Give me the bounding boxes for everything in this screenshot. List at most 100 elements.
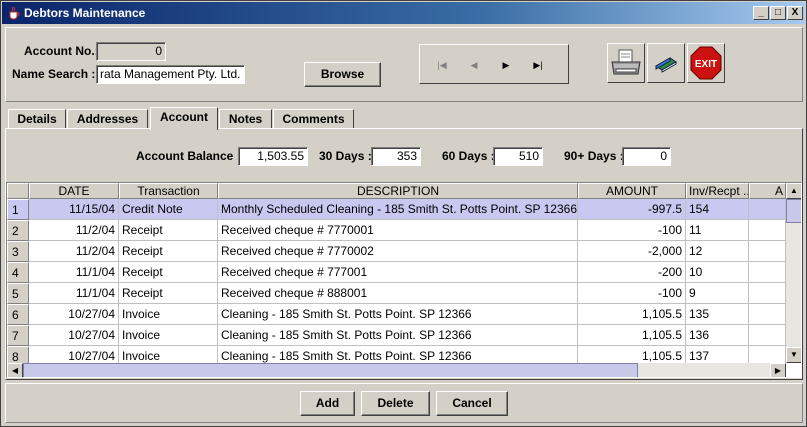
cancel-button[interactable]: Cancel: [436, 391, 508, 416]
vertical-scrollbar[interactable]: ▲ ▼: [786, 183, 801, 363]
table-row[interactable]: 4 11/1/04 Receipt Received cheque # 777001-…: [7, 262, 786, 283]
inv-recpt-cell[interactable]: 154: [686, 199, 749, 220]
exit-button[interactable]: EXIT: [687, 43, 725, 83]
last-record-button[interactable]: ▶|: [530, 57, 546, 73]
delete-button[interactable]: Delete: [361, 391, 430, 416]
java-coffee-icon: [7, 6, 21, 20]
date-cell[interactable]: 11/1/04: [29, 283, 119, 304]
a-cell[interactable]: [749, 262, 786, 283]
30-days-label: 30 Days :: [319, 149, 372, 163]
tab-account[interactable]: Account: [150, 107, 218, 130]
record-navigator: |◀ ◀ ▶ ▶|: [419, 44, 569, 84]
60-days-field[interactable]: 510: [493, 147, 543, 166]
a-cell[interactable]: [749, 220, 786, 241]
a-cell[interactable]: [749, 283, 786, 304]
scroll-left-button[interactable]: ◀: [7, 363, 23, 377]
amount-cell[interactable]: -200: [578, 262, 686, 283]
a-cell[interactable]: [749, 241, 786, 262]
inv-recpt-cell[interactable]: 136: [686, 325, 749, 346]
inv-recpt-cell[interactable]: 9: [686, 283, 749, 304]
next-record-button[interactable]: ▶: [498, 57, 514, 73]
scroll-right-button[interactable]: ▶: [770, 363, 786, 377]
description-cell[interactable]: Received cheque # 7770002: [218, 241, 578, 262]
column-header-a[interactable]: A: [749, 183, 786, 199]
browse-button[interactable]: Browse: [304, 62, 381, 87]
horizontal-scroll-thumb[interactable]: [23, 363, 638, 377]
column-header-date[interactable]: DATE: [29, 183, 119, 199]
scroll-up-button[interactable]: ▲: [786, 183, 801, 199]
table-row[interactable]: 6 10/27/04 Invoice Cleaning - 185 Smith St.…: [7, 304, 786, 325]
a-cell[interactable]: [749, 304, 786, 325]
row-number-cell: 4: [7, 262, 29, 283]
row-number-cell: 2: [7, 220, 29, 241]
amount-cell[interactable]: 1,105.5: [578, 304, 686, 325]
name-search-input[interactable]: rata Management Pty. Ltd.: [96, 65, 245, 84]
account-no-field[interactable]: 0: [96, 42, 166, 61]
column-header-transaction[interactable]: Transaction: [119, 183, 218, 199]
amount-cell[interactable]: -100: [578, 283, 686, 304]
column-header-inv-recpt[interactable]: Inv/Recpt ...: [686, 183, 749, 199]
date-cell[interactable]: 11/1/04: [29, 262, 119, 283]
vertical-scroll-thumb[interactable]: [786, 199, 801, 223]
amount-cell[interactable]: -997.5: [578, 199, 686, 220]
window-title: Debtors Maintenance: [24, 6, 146, 20]
90-days-field[interactable]: 0: [622, 147, 671, 166]
30-days-field[interactable]: 353: [371, 147, 421, 166]
inv-recpt-cell[interactable]: 11: [686, 220, 749, 241]
column-header-amount[interactable]: AMOUNT: [578, 183, 686, 199]
exit-label: EXIT: [695, 59, 717, 70]
column-header-description[interactable]: DESCRIPTION: [218, 183, 578, 199]
date-cell[interactable]: 10/27/04: [29, 304, 119, 325]
tab-addresses[interactable]: Addresses: [67, 109, 148, 129]
tab-notes[interactable]: Notes: [219, 109, 272, 129]
inv-recpt-cell[interactable]: 135: [686, 304, 749, 325]
minimize-button[interactable]: _: [753, 6, 769, 20]
date-cell[interactable]: 11/2/04: [29, 220, 119, 241]
transaction-cell[interactable]: Receipt: [119, 262, 218, 283]
description-cell[interactable]: Monthly Scheduled Cleaning - 185 Smith S…: [218, 199, 578, 220]
transaction-cell[interactable]: Invoice: [119, 325, 218, 346]
transaction-cell[interactable]: Invoice: [119, 304, 218, 325]
date-cell[interactable]: 10/27/04: [29, 325, 119, 346]
description-cell[interactable]: Cleaning - 185 Smith St. Potts Point. SP…: [218, 304, 578, 325]
table-row[interactable]: 5 11/1/04 Receipt Received cheque # 888001-…: [7, 283, 786, 304]
table-row[interactable]: 7 10/27/04 Invoice Cleaning - 185 Smith St.…: [7, 325, 786, 346]
transaction-cell[interactable]: Receipt: [119, 283, 218, 304]
description-cell[interactable]: Cleaning - 185 Smith St. Potts Point. SP…: [218, 325, 578, 346]
title-bar[interactable]: Debtors Maintenance _ □ X: [2, 2, 805, 24]
horizontal-scrollbar[interactable]: ◀ ▶: [7, 363, 786, 377]
maximize-button[interactable]: □: [770, 6, 786, 20]
close-button[interactable]: X: [787, 6, 803, 20]
amount-cell[interactable]: -2,000: [578, 241, 686, 262]
inv-recpt-cell[interactable]: 12: [686, 241, 749, 262]
table-row[interactable]: 1 11/15/04 Credit Note Monthly Scheduled Cl…: [7, 199, 786, 220]
description-cell[interactable]: Received cheque # 777001: [218, 262, 578, 283]
inv-recpt-cell[interactable]: 10: [686, 262, 749, 283]
row-number-cell: 3: [7, 241, 29, 262]
tab-comments[interactable]: Comments: [273, 109, 354, 129]
table-row[interactable]: 3 11/2/04 Receipt Received cheque # 7770002…: [7, 241, 786, 262]
table-row[interactable]: 2 11/2/04 Receipt Received cheque # 7770001…: [7, 220, 786, 241]
amount-cell[interactable]: -100: [578, 220, 686, 241]
first-record-button[interactable]: |◀: [434, 57, 450, 73]
transaction-cell[interactable]: Receipt: [119, 220, 218, 241]
tab-details[interactable]: Details: [8, 109, 66, 129]
notes-book-button[interactable]: [647, 43, 685, 83]
previous-record-button[interactable]: ◀: [466, 57, 482, 73]
print-button[interactable]: [607, 43, 645, 83]
printer-icon: [608, 49, 644, 85]
name-search-label: Name Search :: [12, 67, 96, 81]
scroll-down-button[interactable]: ▼: [786, 347, 801, 363]
a-cell[interactable]: [749, 325, 786, 346]
60-days-label: 60 Days :: [442, 149, 495, 163]
account-balance-field[interactable]: 1,503.55: [238, 147, 308, 166]
transaction-cell[interactable]: Receipt: [119, 241, 218, 262]
amount-cell[interactable]: 1,105.5: [578, 325, 686, 346]
description-cell[interactable]: Received cheque # 888001: [218, 283, 578, 304]
description-cell[interactable]: Received cheque # 7770001: [218, 220, 578, 241]
date-cell[interactable]: 11/15/04: [29, 199, 119, 220]
transaction-cell[interactable]: Credit Note: [119, 199, 218, 220]
a-cell[interactable]: [749, 199, 786, 220]
add-button[interactable]: Add: [300, 391, 355, 416]
date-cell[interactable]: 11/2/04: [29, 241, 119, 262]
